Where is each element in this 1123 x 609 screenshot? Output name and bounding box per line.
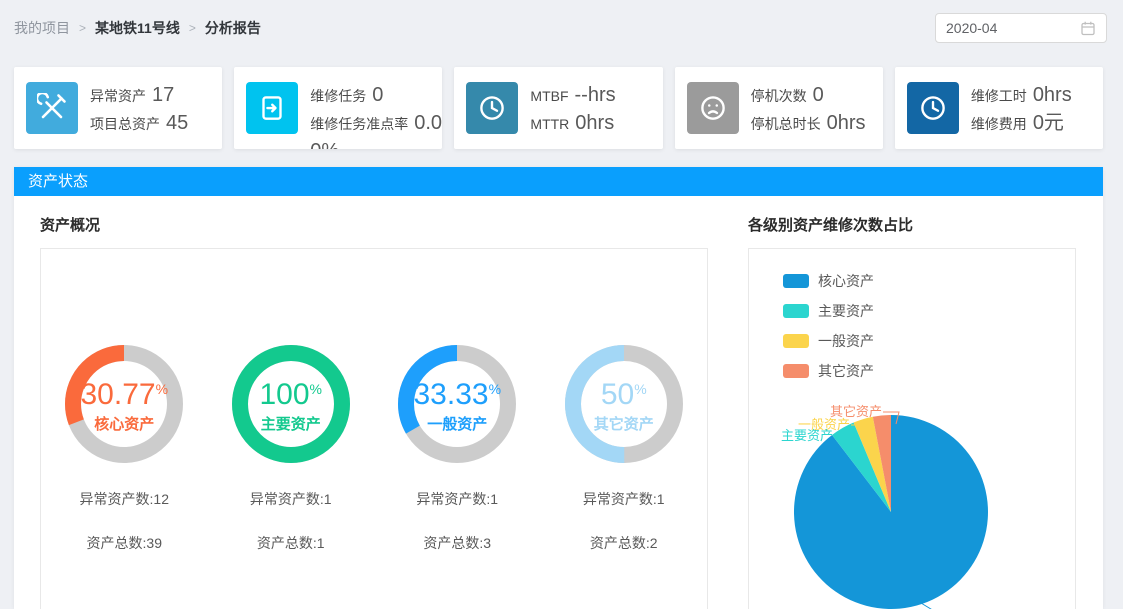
month-picker-input[interactable]: 2020-04 — [935, 13, 1107, 43]
kpi-label: 维修费用 — [971, 116, 1027, 132]
task-book-icon — [246, 82, 298, 134]
kpi-value: 0 — [372, 84, 383, 106]
kpi-label: 项目总资产 — [90, 116, 160, 132]
abnormal-asset-count: 异常资产数:12 — [80, 489, 169, 509]
kpi-label: 停机总时长 — [751, 116, 821, 132]
kpi-value: 45 — [166, 112, 188, 134]
kpi-card-assets: 异常资产 17 项目总资产 45 — [14, 67, 222, 149]
kpi-card-repair-tasks: 维修任务0 维修任务准点率0.00% — [234, 67, 442, 149]
month-picker-value: 2020-04 — [946, 20, 997, 36]
donut-label: 其它资产 — [594, 413, 654, 434]
donut-percent: 100% — [259, 374, 322, 410]
abnormal-asset-count: 异常资产数:1 — [250, 489, 332, 509]
donut-label: 主要资产 — [261, 413, 321, 434]
legend-label: 其它资产 — [818, 361, 874, 381]
breadcrumb-report[interactable]: 分析报告 — [205, 18, 261, 38]
donut-label: 一般资产 — [427, 413, 487, 434]
kpi-value: 0元 — [1033, 112, 1064, 134]
donut-percent: 33.33% — [413, 374, 501, 410]
pie-leader-core — [921, 603, 997, 609]
total-asset-count: 资产总数:1 — [257, 533, 325, 553]
pie-legend: 核心资产 主要资产 一般资产 其它资产 — [749, 249, 1075, 381]
clock-icon — [907, 82, 959, 134]
total-asset-count: 资产总数:3 — [423, 533, 491, 553]
donut-general-assets: 33.33% 一般资产 异常资产数:1 资产总数:3 — [374, 345, 541, 553]
kpi-value: 0 — [813, 84, 824, 106]
total-asset-count: 资产总数:39 — [87, 533, 162, 553]
abnormal-asset-count: 异常资产数:1 — [583, 489, 665, 509]
asset-overview-section: 资产概况 30.77% 核心资产 — [40, 214, 708, 609]
asset-overview-chart: 30.77% 核心资产 异常资产数:12 资产总数:39 — [40, 248, 708, 609]
legend-item-major[interactable]: 主要资产 — [783, 301, 1075, 321]
sad-face-icon — [687, 82, 739, 134]
breadcrumb: 我的项目 > 某地铁11号线 > 分析报告 — [14, 18, 261, 38]
breadcrumb-project[interactable]: 某地铁11号线 — [95, 18, 180, 38]
legend-label: 主要资产 — [818, 301, 874, 321]
breadcrumb-separator: > — [189, 21, 196, 35]
kpi-value: 0hrs — [1033, 84, 1072, 106]
asset-status-panel: 资产状态 资产概况 30.77% 核 — [14, 167, 1103, 609]
legend-label: 核心资产 — [818, 271, 874, 291]
total-asset-count: 资产总数:2 — [590, 533, 658, 553]
breadcrumb-separator: > — [79, 21, 86, 35]
asset-overview-title: 资产概况 — [40, 214, 708, 235]
kpi-label: 异常资产 — [90, 88, 146, 104]
repair-ratio-chart: 核心资产 主要资产 一般资产 其它资产 — [748, 248, 1076, 609]
repair-pie: 其它资产 一般资产 主要资产 核心资产 — [749, 391, 1075, 609]
kpi-label: 维修工时 — [971, 88, 1027, 104]
section-header: 资产状态 — [14, 167, 1103, 196]
donut-percent: 30.77% — [80, 374, 168, 410]
kpi-card-repair-cost: 维修工时 0hrs 维修费用 0元 — [895, 67, 1103, 149]
donut-percent: 50% — [601, 374, 647, 410]
legend-swatch — [783, 334, 809, 348]
legend-item-general[interactable]: 一般资产 — [783, 331, 1075, 351]
breadcrumb-my-projects[interactable]: 我的项目 — [14, 18, 70, 38]
donut-other-assets: 50% 其它资产 异常资产数:1 资产总数:2 — [541, 345, 708, 553]
kpi-value: 17 — [152, 84, 174, 106]
tools-icon — [26, 82, 78, 134]
legend-swatch — [783, 304, 809, 318]
kpi-value: 0hrs — [575, 112, 614, 134]
kpi-label: 停机次数 — [751, 88, 807, 104]
top-bar: 我的项目 > 某地铁11号线 > 分析报告 2020-04 — [0, 0, 1123, 43]
kpi-card-downtime: 停机次数 0 停机总时长 0hrs — [675, 67, 883, 149]
calendar-icon[interactable] — [1080, 20, 1096, 36]
legend-item-core[interactable]: 核心资产 — [783, 271, 1075, 291]
abnormal-asset-count: 异常资产数:1 — [416, 489, 498, 509]
repair-ratio-title: 各级别资产维修次数占比 — [748, 214, 1076, 235]
donut-core-assets: 30.77% 核心资产 异常资产数:12 资产总数:39 — [41, 345, 208, 553]
clock-icon — [466, 82, 518, 134]
pie-label-major: 主要资产 — [781, 428, 833, 443]
donut-label: 核心资产 — [94, 413, 154, 434]
kpi-value: 0hrs — [827, 112, 866, 134]
kpi-label: MTBF — [530, 88, 568, 104]
legend-label: 一般资产 — [818, 331, 874, 351]
kpi-card-row: 异常资产17 项目总资产45 维修任务0 维修任务准点率0.00% — [14, 67, 1103, 149]
kpi-label: 维修任务准点率 — [310, 116, 408, 132]
kpi-label: 维修任务 — [310, 88, 366, 104]
page: { "breadcrumb": { "separator": ">", "ite… — [0, 0, 1123, 609]
donut-major-assets: 100% 主要资产 异常资产数:1 资产总数:1 — [208, 345, 375, 553]
repair-ratio-section: 各级别资产维修次数占比 核心资产 主要资产 一般资产 — [748, 214, 1076, 609]
legend-swatch — [783, 274, 809, 288]
legend-swatch — [783, 364, 809, 378]
kpi-label: MTTR — [530, 116, 569, 132]
legend-item-other[interactable]: 其它资产 — [783, 361, 1075, 381]
kpi-card-mtbf-mttr: MTBF --hrs MTTR 0hrs — [454, 67, 662, 149]
kpi-value: --hrs — [575, 84, 616, 106]
